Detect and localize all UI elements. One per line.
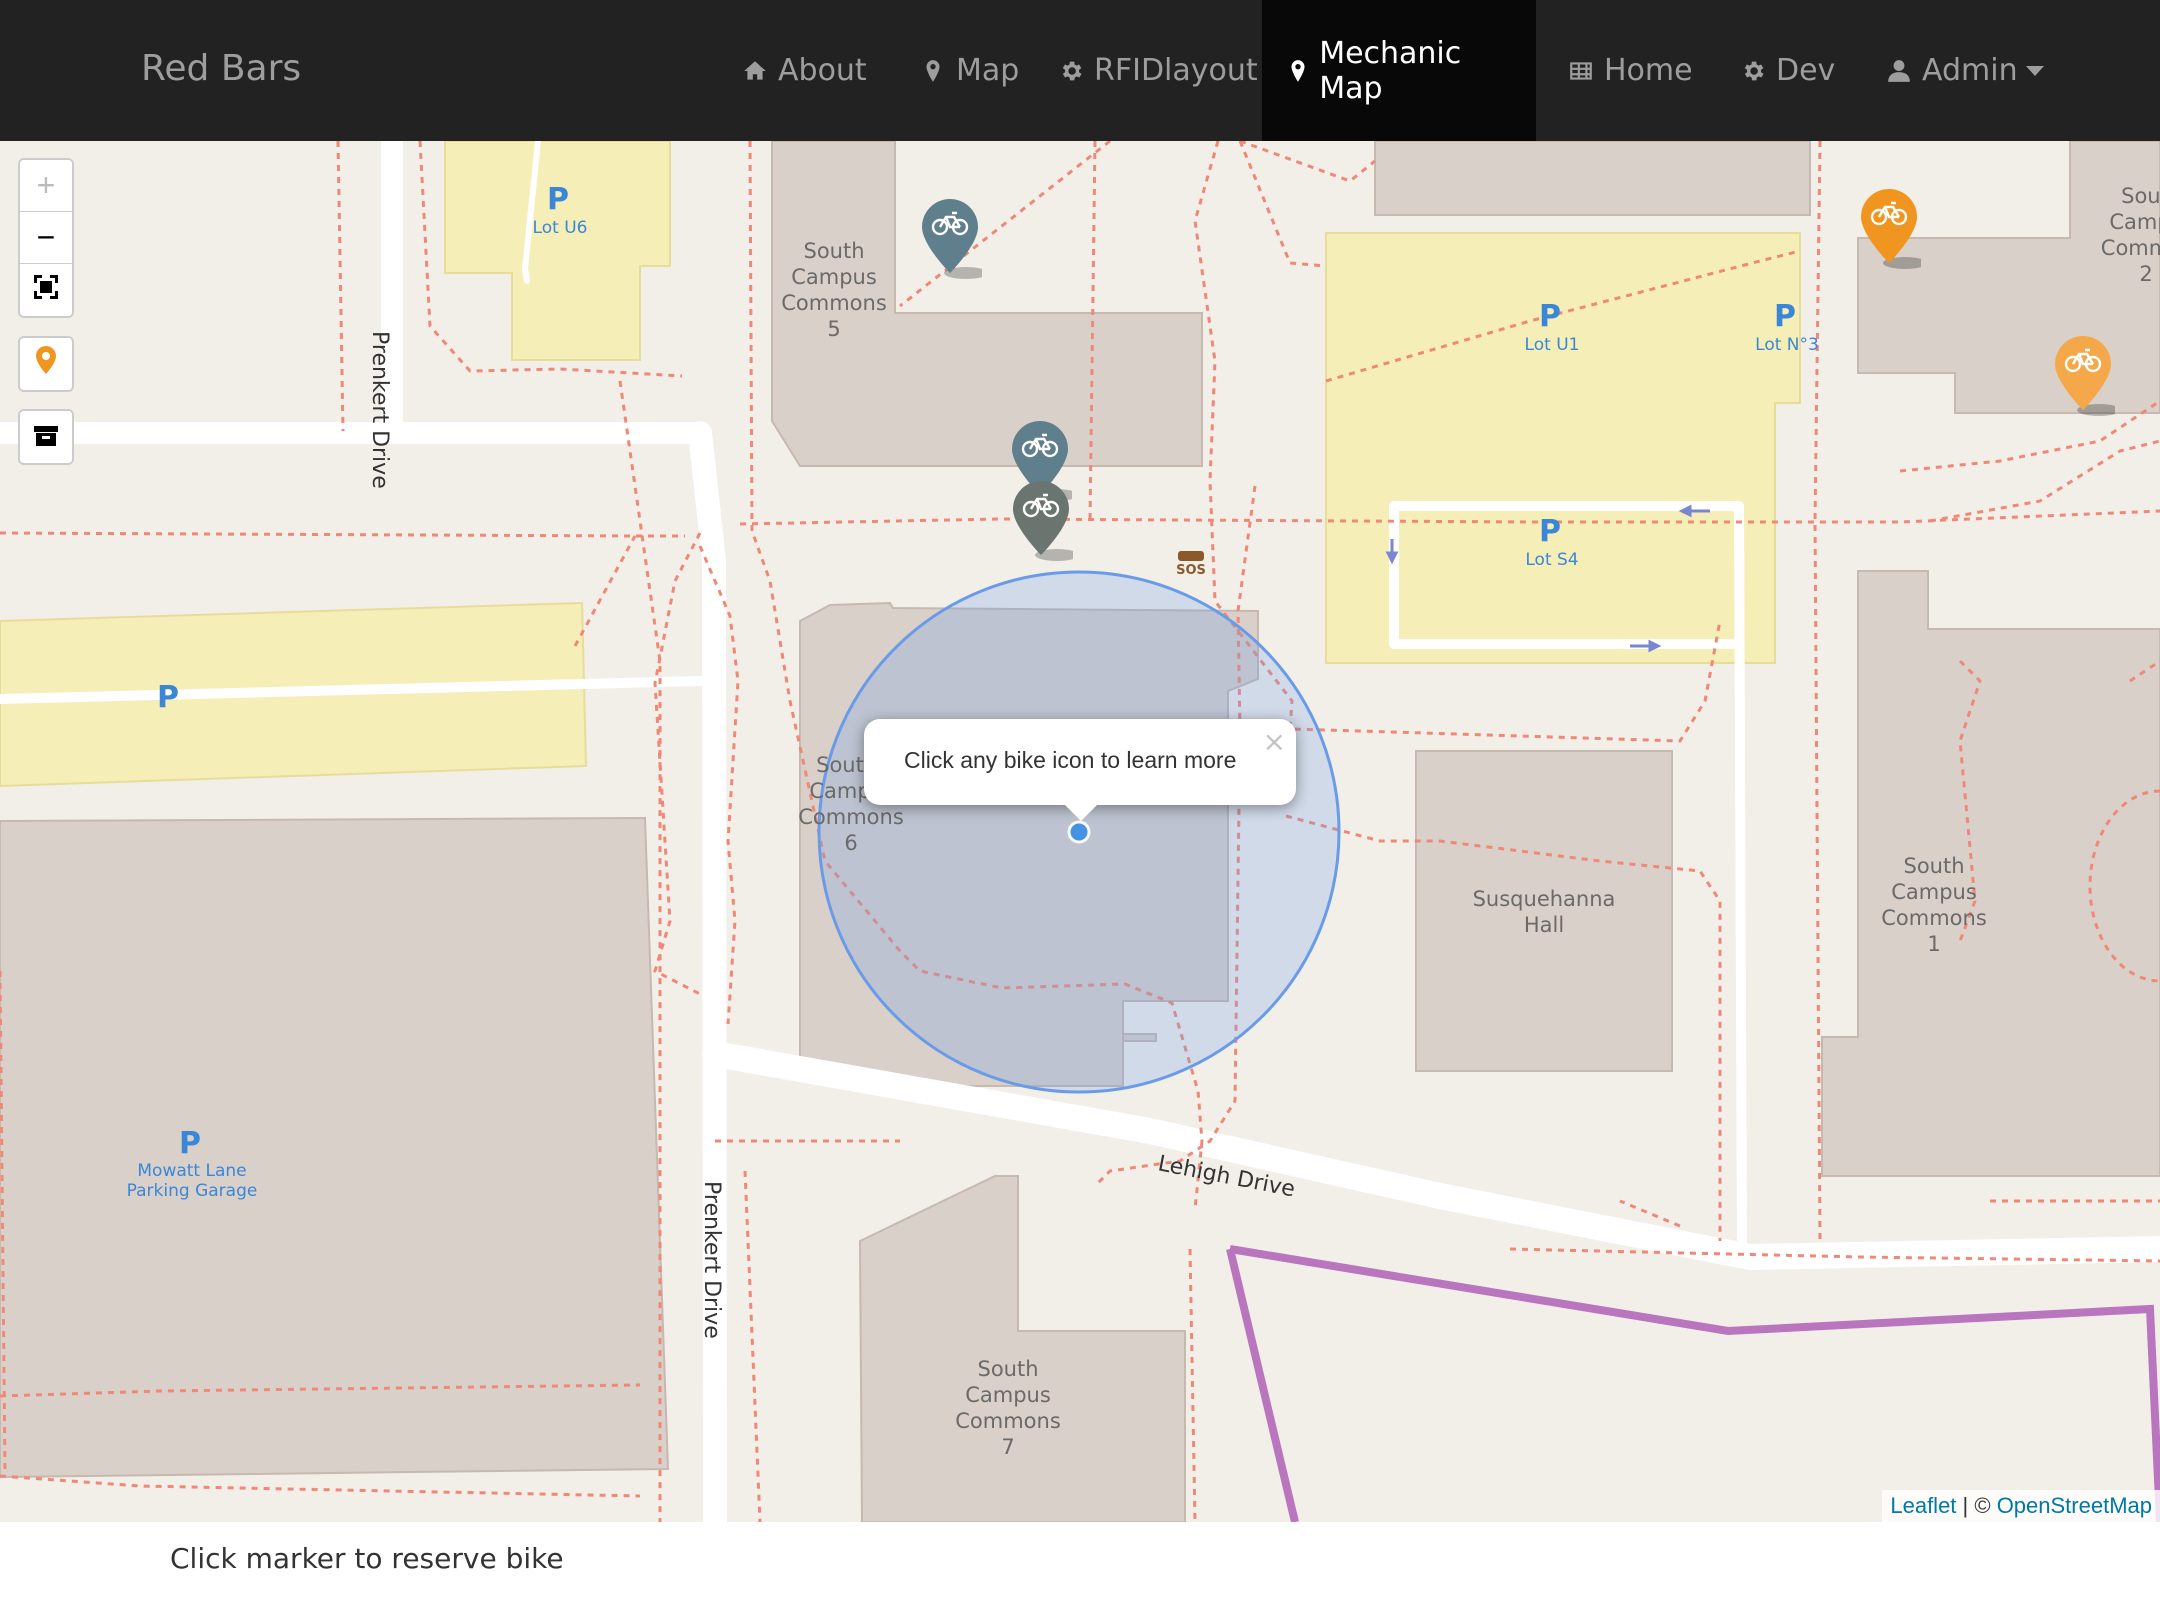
bike-marker[interactable] bbox=[2051, 334, 2121, 418]
map-popup: Click any bike icon to learn more × bbox=[864, 719, 1296, 821]
nav-home-label: Home bbox=[1604, 53, 1693, 88]
garage-p: P bbox=[179, 1126, 201, 1161]
scc6-line-4: 6 bbox=[844, 831, 857, 855]
map-labels: P Lot U6 P P Lot U1 P Lot N°3 P Lot S4 P… bbox=[127, 182, 2160, 1459]
lot-u6-p: P bbox=[547, 182, 569, 217]
gear-icon bbox=[1056, 56, 1086, 86]
popup-text: Click any bike icon to learn more bbox=[904, 747, 1237, 773]
nav-mechanic-map-label: Mechanic Map bbox=[1319, 35, 1462, 106]
nav-dev[interactable]: Dev bbox=[1716, 0, 1857, 141]
openstreetmap-link[interactable]: OpenStreetMap bbox=[1997, 1493, 2152, 1518]
zoom-control: + − bbox=[18, 158, 74, 318]
nav-home[interactable]: Home bbox=[1544, 0, 1715, 141]
scc1-line-4: 1 bbox=[1927, 932, 1940, 956]
scc7-line-2: Campus bbox=[965, 1383, 1051, 1407]
locate-control bbox=[18, 336, 74, 392]
nav-mechanic-map[interactable]: Mechanic Map bbox=[1262, 0, 1536, 141]
sos-phone-icon: SOS bbox=[1176, 551, 1206, 578]
bike-marker[interactable] bbox=[918, 197, 988, 281]
map-marker-icon bbox=[1284, 56, 1311, 86]
archive-button[interactable] bbox=[20, 411, 72, 463]
map-marker-icon bbox=[918, 56, 948, 86]
susquehanna-line-2: Hall bbox=[1524, 913, 1564, 937]
lot-s4-p: P bbox=[1539, 514, 1561, 549]
nav-admin-dropdown[interactable]: Admin bbox=[1862, 0, 2066, 141]
lot-n3-p: P bbox=[1774, 299, 1796, 334]
nav-about[interactable]: About bbox=[718, 0, 889, 141]
nav-rfidlayout[interactable]: RFIDlayout bbox=[1034, 0, 1280, 141]
scc7-line-3: Commons bbox=[955, 1409, 1061, 1433]
garage-label-2: Parking Garage bbox=[127, 1181, 258, 1201]
nav-dev-label: Dev bbox=[1776, 53, 1836, 88]
archive-control bbox=[18, 409, 74, 465]
road-prenkert-south: Prenkert Drive bbox=[699, 1181, 724, 1339]
scc5-line-1: South bbox=[803, 239, 864, 263]
scc1-line-2: Campus bbox=[1891, 880, 1977, 904]
reserve-instructions: Click marker to reserve bike bbox=[170, 1542, 564, 1575]
bike-marker[interactable] bbox=[1857, 187, 1927, 271]
navbar: Red Bars About Map RFIDlayout Mechanic M… bbox=[0, 0, 2160, 141]
map[interactable]: P Lot U6 P P Lot U1 P Lot N°3 P Lot S4 P… bbox=[0, 141, 2160, 1522]
scc1-line-1: South bbox=[1903, 854, 1964, 878]
scc2-line-2: Camp bbox=[2109, 210, 2160, 234]
attribution-separator: | © bbox=[1956, 1493, 1997, 1518]
nav-admin-label: Admin bbox=[1922, 53, 2018, 88]
scc2-line-3: Comm bbox=[2101, 236, 2160, 260]
popup-close-button[interactable]: × bbox=[1263, 725, 1286, 758]
nav-map[interactable]: Map bbox=[896, 0, 1041, 141]
fullscreen-button[interactable] bbox=[20, 264, 72, 316]
location-pin-icon bbox=[34, 345, 58, 383]
brand[interactable]: Red Bars bbox=[141, 48, 301, 89]
nav-rfidlayout-label: RFIDlayout bbox=[1094, 53, 1258, 88]
road-prenkert-north: Prenkert Drive bbox=[367, 331, 392, 489]
susquehanna-line-1: Susquehanna bbox=[1473, 887, 1616, 911]
scc7-line-4: 7 bbox=[1001, 1435, 1014, 1459]
lot-s4-label: Lot S4 bbox=[1525, 550, 1578, 570]
nav-about-label: About bbox=[778, 53, 867, 88]
garage-label-1: Mowatt Lane bbox=[137, 1161, 246, 1181]
table-icon bbox=[1566, 56, 1596, 86]
scc6-line-1: Sout bbox=[816, 753, 864, 777]
scc2-line-1: Sout bbox=[2121, 184, 2160, 208]
bike-marker[interactable] bbox=[1009, 479, 1079, 563]
lot-west-p: P bbox=[157, 680, 179, 715]
archive-icon bbox=[33, 419, 59, 456]
road-lehigh: Lehigh Drive bbox=[1156, 1151, 1297, 1202]
scc6-line-3: Commons bbox=[798, 805, 904, 829]
gear-icon bbox=[1738, 56, 1768, 86]
nav-map-label: Map bbox=[956, 53, 1020, 88]
locate-button[interactable] bbox=[20, 338, 72, 390]
home-icon bbox=[740, 56, 770, 86]
lot-u6-label: Lot U6 bbox=[533, 218, 588, 238]
scc5-line-4: 5 bbox=[827, 317, 840, 341]
scc1-line-3: Commons bbox=[1881, 906, 1987, 930]
scc6-line-2: Camp bbox=[809, 779, 870, 803]
fullscreen-icon bbox=[32, 272, 60, 309]
lot-u1-label: Lot U1 bbox=[1525, 335, 1580, 355]
scc5-line-2: Campus bbox=[791, 265, 877, 289]
scc5-line-3: Commons bbox=[781, 291, 887, 315]
scc2-line-4: 2 bbox=[2139, 262, 2152, 286]
zoom-out-button[interactable]: − bbox=[20, 212, 72, 264]
leaflet-link[interactable]: Leaflet bbox=[1890, 1493, 1956, 1518]
zoom-in-button[interactable]: + bbox=[20, 160, 72, 212]
scc7-line-1: South bbox=[977, 1357, 1038, 1381]
popup-tip bbox=[1063, 803, 1099, 821]
lot-n3-label: Lot N°3 bbox=[1755, 335, 1819, 355]
user-icon bbox=[1884, 56, 1914, 86]
lot-u1-p: P bbox=[1539, 299, 1561, 334]
caret-down-icon bbox=[2025, 65, 2044, 76]
svg-text:SOS: SOS bbox=[1176, 563, 1206, 578]
map-attribution: Leaflet | © OpenStreetMap bbox=[1882, 1490, 2160, 1522]
